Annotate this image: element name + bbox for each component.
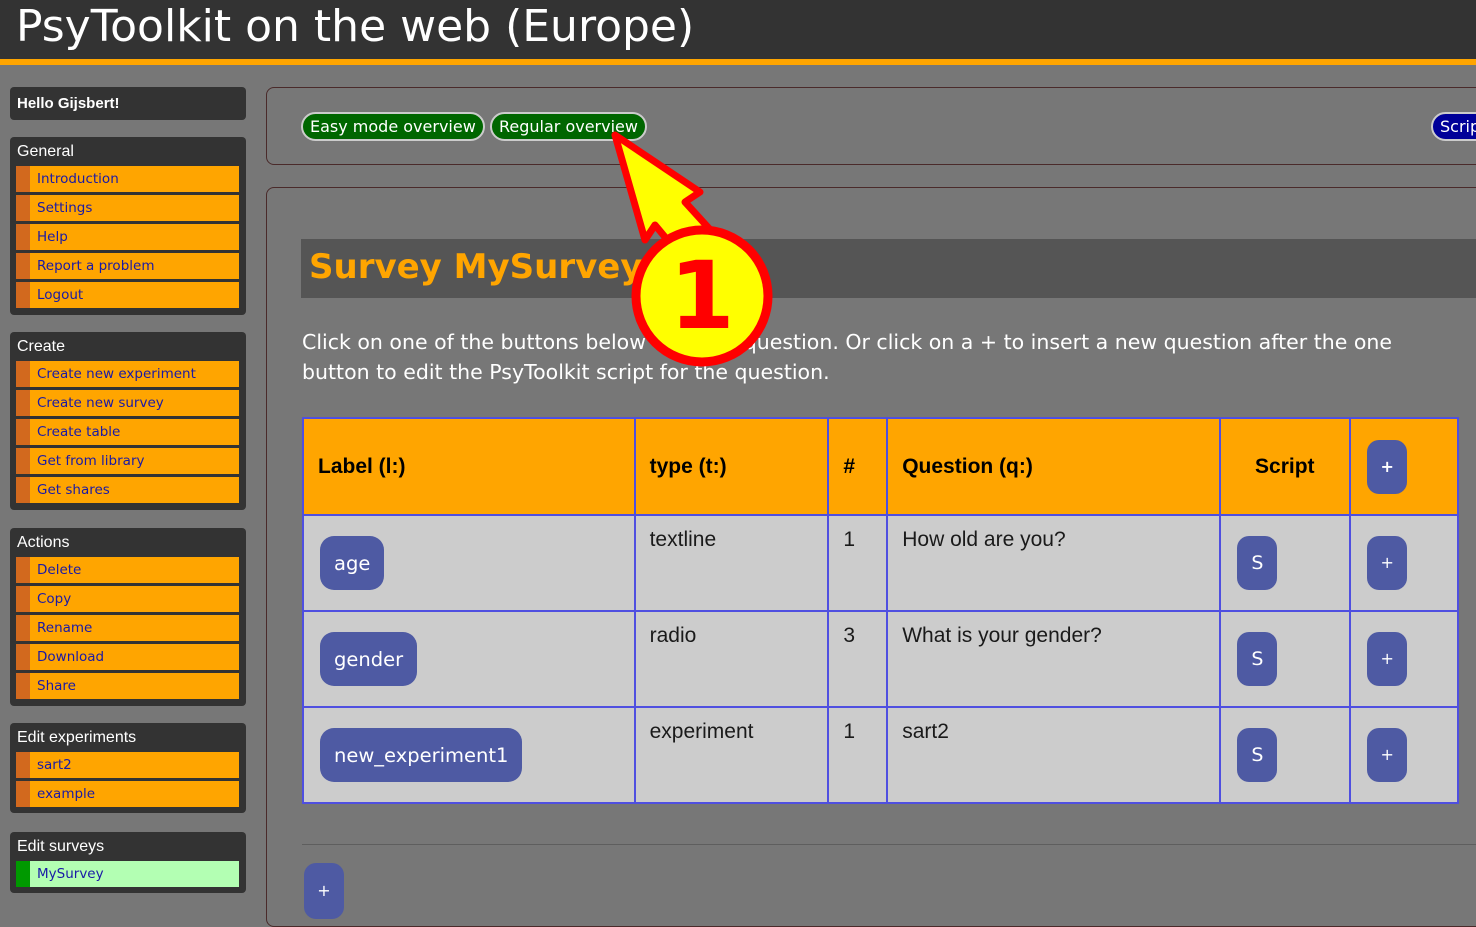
column-header-type: type (t:)	[633, 417, 830, 516]
view-toolbar: Easy mode overview Regular overview Scri…	[266, 87, 1476, 165]
count-cell: 1	[827, 706, 889, 804]
section-divider	[302, 844, 1476, 845]
survey-title-band: Survey MySurvey	[301, 239, 1476, 298]
tutorial-callout: 1	[611, 131, 773, 367]
column-header-count: #	[827, 417, 889, 516]
edit-script-button[interactable]: S	[1237, 536, 1278, 590]
sidebar-item-create-experiment[interactable]: Create new experiment	[16, 361, 239, 387]
type-cell: textline	[633, 514, 830, 612]
sidebar-section-title: Edit experiments	[17, 729, 137, 746]
survey-title: Survey MySurvey	[309, 247, 643, 287]
insert-question-button[interactable]: +	[1367, 632, 1408, 686]
table-row: gender radio 3 What is your gender? S +	[302, 610, 1459, 708]
column-header-question: Question (q:)	[886, 417, 1222, 516]
sidebar-item-rename[interactable]: Rename	[16, 615, 239, 641]
add-question-first-button[interactable]: +	[1367, 439, 1408, 494]
sidebar-item-experiment-example[interactable]: example	[16, 781, 239, 807]
type-cell: experiment	[633, 706, 830, 804]
sidebar-item-delete[interactable]: Delete	[16, 557, 239, 583]
sidebar-item-get-library[interactable]: Get from library	[16, 448, 239, 474]
app-title: PsyToolkit on the web (Europe)	[16, 1, 695, 52]
question-cell: sart2	[886, 706, 1222, 804]
count-cell: 1	[827, 514, 889, 612]
sidebar-section-title: General	[17, 143, 74, 160]
user-greeting: Hello Gijsbert!	[10, 87, 246, 120]
sidebar: Hello Gijsbert! General Introduction Set…	[0, 65, 256, 910]
sidebar-item-copy[interactable]: Copy	[16, 586, 239, 612]
sidebar-section-title: Create	[17, 338, 66, 355]
script-cell: S	[1219, 610, 1352, 708]
column-header-label: Label (l:)	[302, 417, 636, 516]
question-label-button[interactable]: age	[320, 536, 385, 590]
sidebar-item-share[interactable]: Share	[16, 673, 239, 699]
sidebar-section-create: Create Create new experiment Create new …	[10, 332, 246, 510]
label-cell: gender	[302, 610, 636, 708]
sidebar-section-edit-surveys: Edit surveys MySurvey	[10, 832, 246, 893]
sidebar-section-edit-experiments: Edit experiments sart2 example	[10, 723, 246, 813]
label-cell: age	[302, 514, 636, 612]
sidebar-item-settings[interactable]: Settings	[16, 195, 239, 221]
table-row: new_experiment1 experiment 1 sart2 S +	[302, 706, 1459, 804]
sidebar-item-help[interactable]: Help	[16, 224, 239, 250]
question-cell: How old are you?	[886, 514, 1222, 612]
column-header-add: +	[1349, 417, 1459, 516]
easy-mode-overview-button[interactable]: Easy mode overview	[301, 112, 485, 141]
insert-question-button[interactable]: +	[1367, 536, 1408, 590]
question-cell: What is your gender?	[886, 610, 1222, 708]
add-cell: +	[1349, 514, 1459, 612]
sidebar-item-create-survey[interactable]: Create new survey	[16, 390, 239, 416]
instructions-line: button to edit the PsyToolkit script for…	[302, 360, 830, 384]
add-question-end-button[interactable]: +	[304, 863, 344, 919]
sidebar-item-report-problem[interactable]: Report a problem	[16, 253, 239, 279]
sidebar-item-download[interactable]: Download	[16, 644, 239, 670]
column-header-script: Script	[1219, 417, 1352, 516]
table-header-row: Label (l:) type (t:) # Question (q:) Scr…	[302, 417, 1459, 516]
insert-question-button[interactable]: +	[1367, 728, 1408, 782]
sidebar-item-survey-mysurvey[interactable]: MySurvey	[16, 861, 239, 887]
sidebar-item-create-table[interactable]: Create table	[16, 419, 239, 445]
question-label-button[interactable]: new_experiment1	[320, 728, 523, 782]
count-cell: 3	[827, 610, 889, 708]
script-cell: S	[1219, 514, 1352, 612]
add-cell: +	[1349, 610, 1459, 708]
questions-table: Label (l:) type (t:) # Question (q:) Scr…	[302, 417, 1459, 804]
app-header: PsyToolkit on the web (Europe)	[0, 0, 1476, 65]
sidebar-item-experiment-sart2[interactable]: sart2	[16, 752, 239, 778]
script-button[interactable]: Script	[1431, 112, 1476, 141]
type-cell: radio	[633, 610, 830, 708]
edit-script-button[interactable]: S	[1237, 728, 1278, 782]
sidebar-item-logout[interactable]: Logout	[16, 282, 239, 308]
script-cell: S	[1219, 706, 1352, 804]
edit-script-button[interactable]: S	[1237, 632, 1278, 686]
instructions-line: Click on one of the buttons below to add…	[302, 330, 1393, 354]
table-row: age textline 1 How old are you? S +	[302, 514, 1459, 612]
sidebar-item-introduction[interactable]: Introduction	[16, 166, 239, 192]
sidebar-section-actions: Actions Delete Copy Rename Download Shar…	[10, 528, 246, 706]
sidebar-section-title: Actions	[17, 534, 70, 551]
instructions-text: Click on one of the buttons below to add…	[302, 327, 1476, 387]
sidebar-section-title: Edit surveys	[17, 838, 105, 855]
add-cell: +	[1349, 706, 1459, 804]
label-cell: new_experiment1	[302, 706, 636, 804]
question-label-button[interactable]: gender	[320, 632, 418, 686]
sidebar-item-get-shares[interactable]: Get shares	[16, 477, 239, 503]
callout-number: 1	[669, 242, 734, 351]
sidebar-section-general: General Introduction Settings Help Repor…	[10, 137, 246, 315]
